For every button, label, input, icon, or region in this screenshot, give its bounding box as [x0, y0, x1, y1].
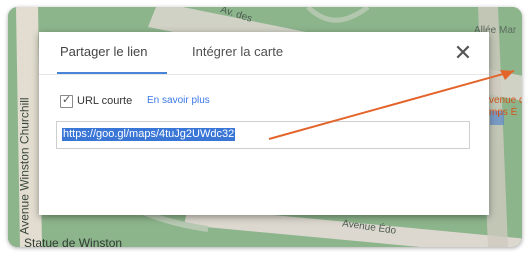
map-street-label: Avenue Winston Churchill: [17, 97, 32, 235]
tab-share-link[interactable]: Partager le lien: [60, 44, 147, 59]
share-url-field[interactable]: https://goo.gl/maps/4tuJg2UWdc32: [56, 121, 470, 149]
share-dialog: Partager le lien Intégrer la carte ✕ ✓ U…: [39, 32, 489, 215]
short-url-checkbox[interactable]: ✓: [60, 94, 73, 108]
learn-more-link[interactable]: En savoir plus: [147, 95, 210, 106]
map-place-label: Statue de Winston: [24, 236, 123, 247]
share-url-selected-text: https://goo.gl/maps/4tuJg2UWdc32: [62, 128, 236, 141]
map-place-label: venue d mps É: [489, 95, 522, 118]
checkmark-icon: ✓: [62, 94, 72, 106]
close-icon[interactable]: ✕: [453, 42, 473, 64]
tabs-divider: [39, 74, 489, 75]
tab-embed-map[interactable]: Intégrer la carte: [192, 44, 283, 59]
short-url-label: URL courte: [77, 95, 133, 107]
